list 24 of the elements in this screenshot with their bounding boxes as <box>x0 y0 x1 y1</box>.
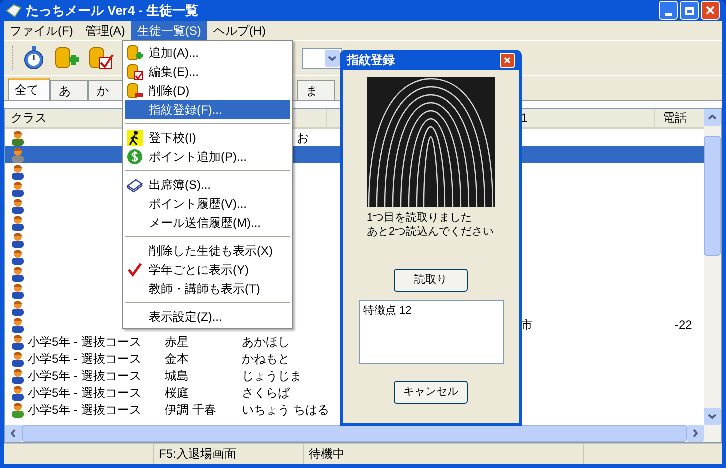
table-cell: -22 <box>675 318 692 332</box>
table-cell: 金本 <box>165 352 189 366</box>
table-cell: 城島 <box>165 368 189 382</box>
dialog-title: 指紋登録 <box>347 52 395 69</box>
table-cell: あかほし <box>242 334 290 348</box>
status-text: F5:入退場画面 <box>159 446 236 463</box>
window-title: たっちメール Ver4 - 生徒一覧 <box>26 2 199 20</box>
table-cell: じょうじま <box>242 368 302 382</box>
table-cell: 市 <box>521 318 533 332</box>
table-cell-text: 小学5年 - 選抜コース <box>28 384 142 402</box>
table-cell: さくらば <box>242 386 290 400</box>
table-cell: 伊調 千春 <box>165 402 216 416</box>
message-text: 1つ目を読取りました <box>367 211 472 225</box>
status-text: 待機中 <box>309 446 345 463</box>
message-text: あと2つ読込んでください <box>367 225 494 239</box>
table-cell-text: 小学5年 - 選抜コース <box>28 368 142 384</box>
table-cell: 桜庭 <box>165 386 189 400</box>
table-cell: お <box>297 130 309 144</box>
table-cell-text: 小学5年 - 選抜コース <box>28 402 142 418</box>
table-cell-text: 小学5年 - 選抜コース <box>28 350 142 368</box>
table-cell: いちょう ちはる <box>242 402 330 416</box>
table-cell: 赤星 <box>165 334 189 348</box>
table-cell-text: 小学5年 - 選抜コース <box>28 334 142 350</box>
table-cell: かねもと <box>242 352 290 366</box>
